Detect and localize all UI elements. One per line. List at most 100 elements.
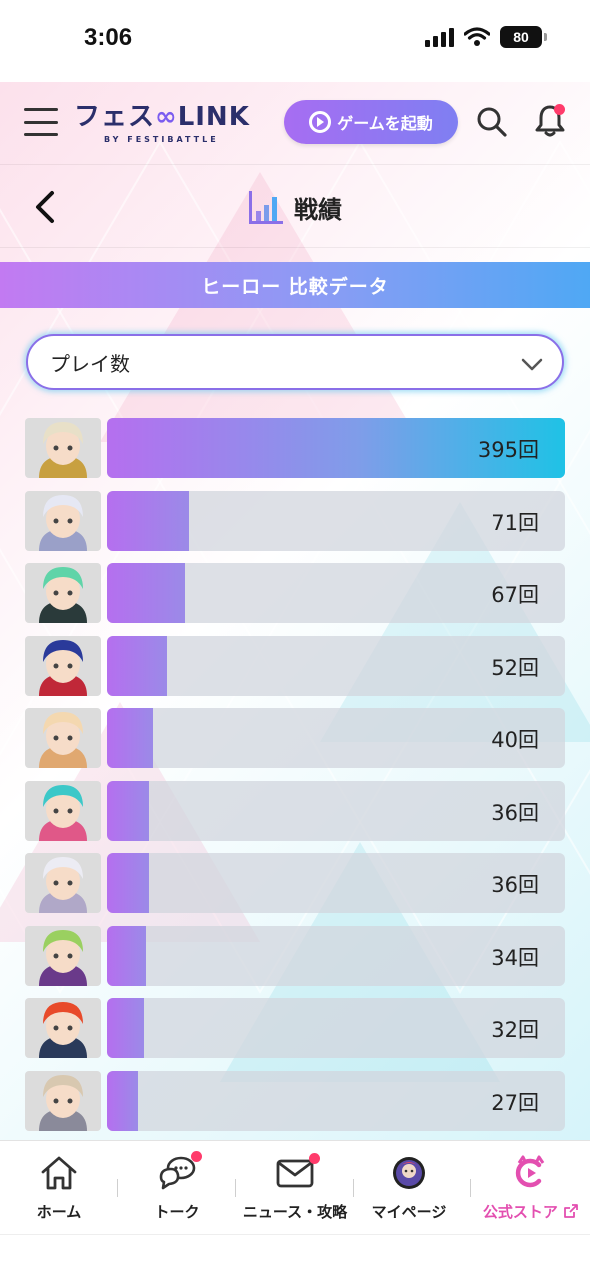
bar-track: 67回 — [107, 563, 565, 623]
nav-official-store[interactable]: 公式ストア — [472, 1155, 590, 1227]
bar-fill — [107, 1070, 138, 1131]
hero-avatar — [25, 635, 101, 696]
hero-avatar — [25, 563, 101, 623]
play-count-value: 32回 — [491, 1018, 539, 1042]
hero-ranking-list: 395回 71回 67回 52回 40回 36回 36回 34回 32回 27回 — [25, 418, 565, 1143]
hero-ranking-row[interactable]: 67回 — [25, 563, 565, 623]
hero-ranking-row[interactable]: 32回 — [25, 998, 565, 1058]
search-icon[interactable] — [476, 106, 508, 138]
nav-home-label: ホーム — [36, 1203, 82, 1221]
hero-avatar — [25, 490, 101, 551]
bar-fill — [107, 780, 149, 841]
hero-avatar — [25, 998, 101, 1058]
bar-track: 34回 — [107, 925, 565, 986]
bar-chart-icon — [249, 191, 283, 224]
nav-divider — [470, 1179, 471, 1197]
hero-avatar — [25, 1070, 101, 1131]
hero-avatar — [25, 780, 101, 841]
hero-ranking-row[interactable]: 36回 — [25, 780, 565, 841]
home-indicator-area — [0, 1234, 590, 1280]
wifi-icon — [464, 27, 490, 46]
section-header: ヒーロー 比較データ — [0, 262, 590, 308]
nav-talk[interactable]: トーク — [118, 1151, 236, 1227]
hamburger-menu-icon[interactable] — [24, 108, 58, 136]
play-count-value: 40回 — [491, 728, 539, 752]
nav-mypage[interactable]: マイページ — [350, 1155, 468, 1227]
nav-home[interactable]: ホーム — [0, 1155, 118, 1227]
hero-ranking-row[interactable]: 71回 — [25, 490, 565, 551]
nav-news[interactable]: ニュース・攻略 — [236, 1153, 354, 1227]
status-icons: 80 — [425, 26, 547, 48]
nav-mypage-label: マイページ — [371, 1203, 447, 1221]
page-title-text: 戦績 — [294, 195, 342, 224]
hero-ranking-row[interactable]: 36回 — [25, 853, 565, 913]
news-notification-badge — [309, 1153, 320, 1164]
status-time: 3:06 — [84, 24, 133, 51]
chevron-down-icon — [521, 358, 543, 371]
battery-icon: 80 — [500, 26, 547, 48]
status-bar: 3:06 80 — [0, 0, 590, 82]
bar-track: 40回 — [107, 708, 565, 768]
bar-track: 36回 — [107, 780, 565, 841]
bar-fill — [107, 635, 167, 696]
play-count-value: 52回 — [491, 655, 539, 680]
hero-ranking-row[interactable]: 52回 — [25, 635, 565, 696]
launch-game-label: ゲームを起動 — [337, 114, 433, 133]
talk-notification-badge — [191, 1151, 202, 1162]
hero-avatar — [25, 418, 101, 478]
bar-track: 27回 — [107, 1070, 565, 1131]
dropdown-selected-value: プレイ数 — [50, 351, 130, 376]
bar-track: 71回 — [107, 490, 565, 551]
play-count-value: 34回 — [491, 945, 539, 970]
play-icon — [309, 111, 332, 133]
user-avatar-icon — [393, 1157, 425, 1189]
play-count-value: 67回 — [491, 583, 539, 607]
notification-badge — [554, 104, 565, 115]
logo-subtitle: BY FESTIBATTLE — [104, 135, 219, 144]
launch-game-button[interactable]: ゲームを起動 — [284, 100, 458, 144]
hero-avatar — [25, 925, 101, 986]
hero-ranking-row[interactable]: 27回 — [25, 1070, 565, 1131]
bar-track: 32回 — [107, 998, 565, 1058]
play-count-value: 71回 — [491, 510, 539, 535]
logo-text: フェス — [74, 102, 156, 132]
home-icon — [41, 1156, 77, 1190]
page-title: 戦績 — [246, 187, 342, 227]
play-count-value: 36回 — [491, 800, 539, 825]
signal-icon — [425, 27, 454, 47]
hero-ranking-row[interactable]: 40回 — [25, 708, 565, 768]
bar-fill — [107, 998, 144, 1058]
stat-type-dropdown[interactable]: プレイ数 — [26, 334, 564, 390]
app-header: フェス∞LINK BY FESTIBATTLE ゲームを起動 — [0, 82, 590, 164]
nav-talk-label: トーク — [154, 1203, 200, 1221]
page-title-row: 戦績 — [0, 164, 590, 248]
envelope-icon — [275, 1153, 320, 1191]
app-logo[interactable]: フェス∞LINK BY FESTIBATTLE — [74, 96, 254, 150]
back-arrow-icon[interactable] — [30, 189, 64, 225]
bar-fill — [107, 853, 149, 913]
store-logo-icon — [515, 1155, 545, 1188]
bar-fill — [107, 708, 153, 768]
hero-avatar — [25, 708, 101, 768]
play-count-value: 27回 — [491, 1090, 539, 1115]
nav-store-label: 公式ストア — [483, 1201, 579, 1222]
bottom-navigation: ホーム トーク ニュース・攻略 マイページ 公式ストア — [0, 1140, 590, 1234]
notification-bell-icon[interactable] — [534, 104, 566, 138]
bar-fill — [107, 563, 185, 623]
logo-infinity-icon: ∞ — [155, 102, 178, 132]
bar-track: 395回 — [107, 418, 565, 478]
hero-ranking-row[interactable]: 34回 — [25, 925, 565, 986]
bar-fill — [107, 925, 146, 986]
logo-text-link: LINK — [177, 102, 250, 132]
hero-ranking-row[interactable]: 395回 — [25, 418, 565, 478]
chat-bubbles-icon — [157, 1151, 202, 1191]
bar-fill — [107, 490, 189, 551]
play-count-value: 36回 — [491, 873, 539, 897]
nav-store-text: 公式ストア — [482, 1203, 558, 1221]
play-count-value: 395回 — [477, 438, 539, 462]
bar-track: 52回 — [107, 635, 565, 696]
external-link-icon — [564, 1204, 579, 1218]
hero-avatar — [25, 853, 101, 913]
bar-track: 36回 — [107, 853, 565, 913]
nav-news-label: ニュース・攻略 — [242, 1203, 348, 1221]
